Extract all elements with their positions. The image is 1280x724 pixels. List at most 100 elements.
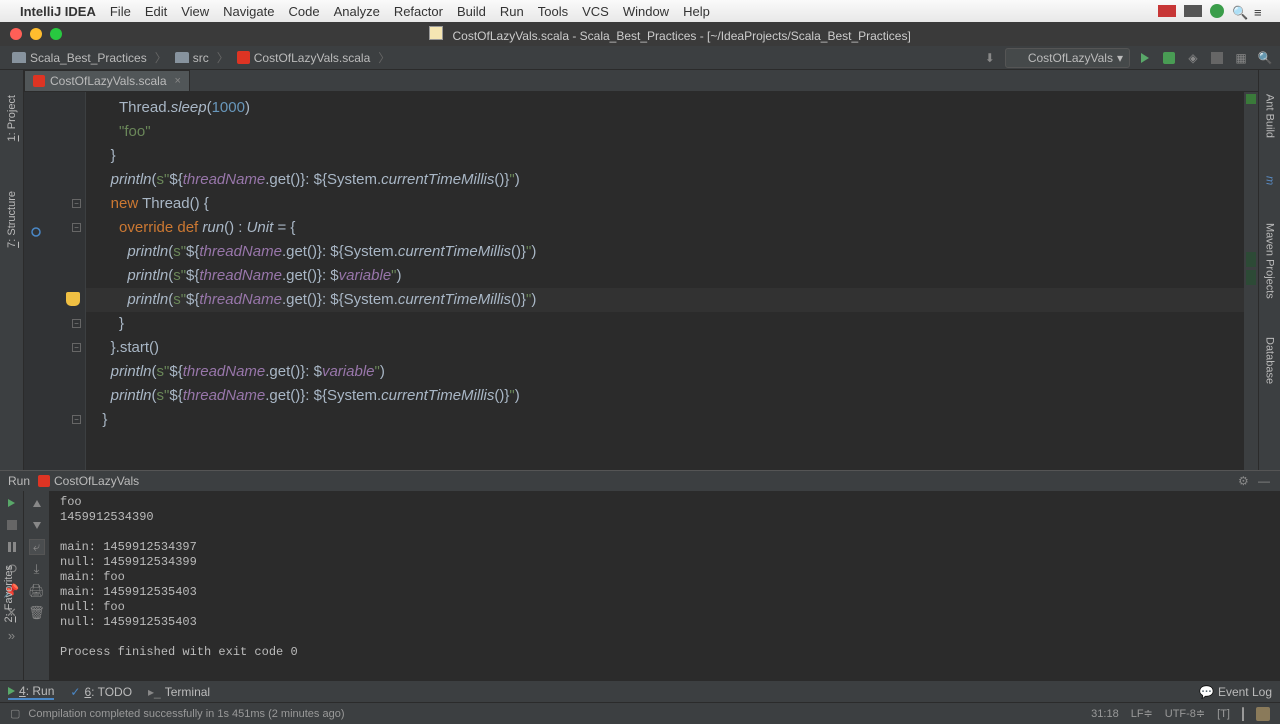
menu-run[interactable]: Run (500, 4, 524, 19)
menu-navigate[interactable]: Navigate (223, 4, 274, 19)
debug-button[interactable] (1160, 49, 1178, 67)
macos-menubar: IntelliJ IDEA File Edit View Navigate Code An… (0, 0, 1280, 22)
ant-build-tab[interactable]: Ant Build (1262, 90, 1278, 142)
menu-icon[interactable]: ≡ (1254, 5, 1272, 17)
bottom-tool-tabs: 4: Run ✓6: TODO ▸_Terminal 💬Event Log (0, 680, 1280, 702)
intention-bulb-icon[interactable] (66, 292, 80, 306)
file-icon (429, 26, 443, 40)
menu-refactor[interactable]: Refactor (394, 4, 443, 19)
breadcrumb-sep: 〉 (217, 49, 229, 66)
window-titlebar: CostOfLazyVals.scala - Scala_Best_Practi… (0, 22, 1280, 46)
menu-edit[interactable]: Edit (145, 4, 167, 19)
run-tool-tab[interactable]: 4: Run (8, 684, 54, 700)
stop-button[interactable] (1208, 49, 1226, 67)
menu-window[interactable]: Window (623, 4, 669, 19)
status-bar: ▢ Compilation completed successfully in … (0, 702, 1280, 724)
editor-area: CostOfLazyVals.scala × −−−−− Thread.slee… (24, 70, 1258, 470)
run-output[interactable]: foo 1459912534390 main: 1459912534397 nu… (50, 491, 1280, 680)
rerun-button[interactable] (4, 495, 20, 511)
run-panel: Run CostOfLazyVals ⚙ — ⟲ 📌 ✕ » ⤶ ⤓ 🖨 🗑 f… (0, 470, 1280, 680)
maven-projects-tab[interactable]: m (1262, 172, 1278, 189)
breadcrumb-project[interactable]: Scala_Best_Practices (6, 49, 153, 67)
menu-help[interactable]: Help (683, 4, 710, 19)
breadcrumb-sep: 〉 (378, 49, 390, 66)
line-separator[interactable]: LF≑ (1131, 707, 1153, 720)
project-tool-tab[interactable]: 1: Project (3, 90, 21, 146)
maven-projects-tab-label[interactable]: Maven Projects (1262, 219, 1278, 303)
left-tool-strip: 1: Project 7: Structure (0, 70, 24, 470)
run-config-selector[interactable]: CostOfLazyVals▾ (1005, 48, 1130, 68)
maximize-window-button[interactable] (50, 28, 62, 40)
breadcrumb-sep: 〉 (155, 49, 167, 66)
soft-wrap-button[interactable]: ⤶ (29, 539, 45, 555)
favorites-tool-tab[interactable]: 2: Favorites (0, 560, 18, 627)
status-restore-button[interactable]: ▢ (10, 707, 20, 720)
print-button[interactable]: 🖨 (29, 583, 45, 599)
menu-file[interactable]: File (110, 4, 131, 19)
hide-panel-icon[interactable]: — (1258, 474, 1272, 488)
status-icon-3[interactable] (1210, 4, 1224, 18)
more-button[interactable]: » (4, 627, 20, 643)
run-controls-col2: ⤶ ⤓ 🖨 🗑 (24, 491, 50, 680)
editor-tab-cost[interactable]: CostOfLazyVals.scala × (24, 70, 190, 91)
breadcrumb-file[interactable]: CostOfLazyVals.scala (231, 49, 377, 67)
gutter-run-icon[interactable] (30, 222, 42, 234)
status-icon-1[interactable] (1158, 5, 1176, 17)
scala-icon (38, 475, 50, 487)
editor-tabs: CostOfLazyVals.scala × (24, 70, 1258, 92)
folder-icon (12, 52, 26, 63)
clear-button[interactable]: 🗑 (29, 605, 45, 621)
coverage-button[interactable]: ◈ (1184, 49, 1202, 67)
code-editor[interactable]: −−−−− Thread.sleep(1000) "foo" } println… (24, 92, 1258, 470)
run-panel-body: ⟲ 📌 ✕ » ⤶ ⤓ 🖨 🗑 foo 1459912534390 main: … (0, 491, 1280, 680)
scala-icon (33, 75, 45, 87)
menu-code[interactable]: Code (288, 4, 319, 19)
terminal-tool-tab[interactable]: ▸_Terminal (148, 685, 210, 699)
event-log-tab[interactable]: 💬Event Log (1199, 685, 1272, 699)
code-content[interactable]: Thread.sleep(1000) "foo" } println(s"${t… (86, 92, 1244, 470)
project-structure-button[interactable]: ▦ (1232, 49, 1250, 67)
status-icon-2[interactable] (1184, 5, 1202, 17)
menu-analyze[interactable]: Analyze (334, 4, 380, 19)
make-project-button[interactable]: ⬇ (981, 49, 999, 67)
insert-mode: [T] (1217, 708, 1230, 720)
menu-vcs[interactable]: VCS (582, 4, 609, 19)
lock-icon[interactable] (1242, 708, 1244, 720)
nav-toolbar: Scala_Best_Practices 〉 src 〉 CostOfLazyV… (0, 46, 1280, 70)
menu-build[interactable]: Build (457, 4, 486, 19)
hector-icon[interactable] (1256, 707, 1270, 721)
right-tool-strip: Ant Build m Maven Projects Database (1258, 70, 1280, 470)
close-tab-icon[interactable]: × (175, 75, 181, 87)
search-button[interactable]: 🔍 (1256, 49, 1274, 67)
breadcrumb-src[interactable]: src (169, 49, 215, 67)
stop-run-button[interactable] (4, 517, 20, 533)
app-name[interactable]: IntelliJ IDEA (20, 4, 96, 19)
settings-icon[interactable]: ⚙ (1238, 474, 1252, 488)
file-encoding[interactable]: UTF-8≑ (1165, 707, 1205, 720)
cursor-position: 31:18 (1091, 708, 1119, 720)
scroll-end-button[interactable]: ⤓ (29, 561, 45, 577)
menu-tools[interactable]: Tools (538, 4, 568, 19)
minimap-scroll[interactable] (1244, 92, 1258, 470)
run-panel-header[interactable]: Run CostOfLazyVals ⚙ — (0, 471, 1280, 491)
run-button[interactable] (1136, 49, 1154, 67)
editor-gutter[interactable]: −−−−− (24, 92, 86, 470)
scala-icon (1012, 52, 1024, 64)
minimize-window-button[interactable] (30, 28, 42, 40)
structure-tool-tab[interactable]: 7: Structure (3, 186, 21, 253)
favorites-strip: 2: Favorites (0, 560, 24, 627)
run-panel-label: Run (8, 474, 30, 488)
todo-tool-tab[interactable]: ✓6: TODO (70, 685, 132, 699)
main-area: 1: Project 7: Structure CostOfLazyVals.s… (0, 70, 1280, 470)
spotlight-icon[interactable]: 🔍 (1232, 5, 1246, 17)
up-stack-button[interactable] (29, 495, 45, 511)
window-title: CostOfLazyVals.scala - Scala_Best_Practi… (70, 26, 1270, 43)
down-stack-button[interactable] (29, 517, 45, 533)
close-window-button[interactable] (10, 28, 22, 40)
scala-icon (237, 51, 250, 64)
inspection-ok-icon (1246, 94, 1256, 104)
pause-button[interactable] (4, 539, 20, 555)
database-tab[interactable]: Database (1262, 333, 1278, 388)
status-message: Compilation completed successfully in 1s… (28, 708, 344, 720)
menu-view[interactable]: View (181, 4, 209, 19)
